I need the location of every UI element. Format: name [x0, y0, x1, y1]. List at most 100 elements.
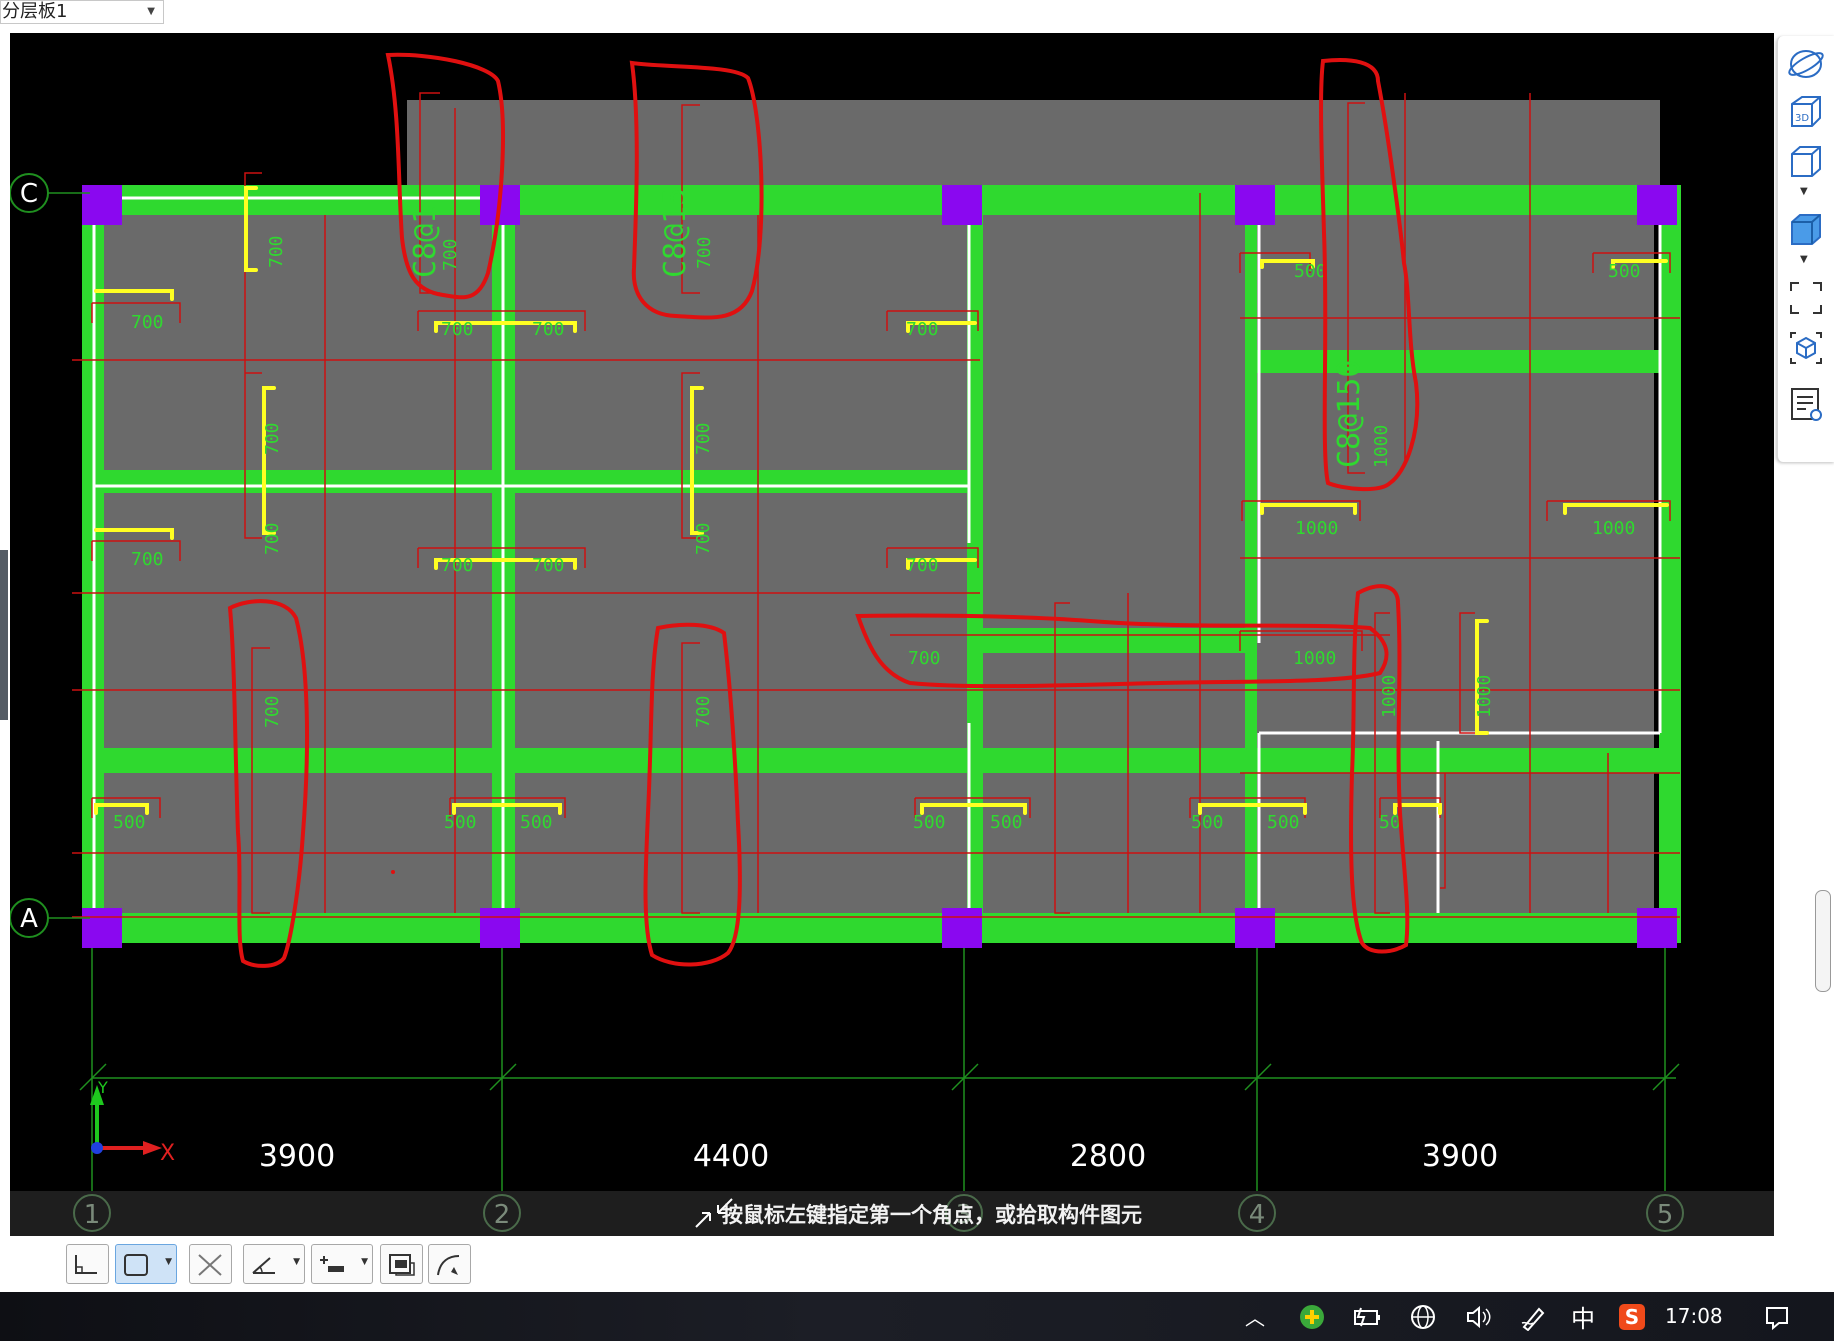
angle-snap-icon — [252, 1257, 275, 1274]
rebar-label: 700 — [693, 422, 714, 455]
rebar-label: 700 — [131, 549, 164, 570]
rebar-label: 1000 — [1474, 675, 1495, 718]
property-list-button[interactable] — [1786, 384, 1826, 424]
rebar-spec-label: C8@150 — [1332, 360, 1367, 468]
rebar-label: 500 — [1294, 261, 1327, 282]
ucs-icon: Y X — [90, 1078, 175, 1166]
clock[interactable]: 17:08 — [1665, 1304, 1723, 1328]
chevron-down-icon[interactable]: ▼ — [293, 1257, 300, 1267]
ucs-x-label: X — [160, 1141, 175, 1166]
rebar-label: 1000 — [1293, 648, 1336, 669]
rebar-label: 700 — [440, 238, 461, 271]
display-button[interactable] — [380, 1244, 423, 1284]
chevron-down-icon[interactable]: ▼ — [165, 1257, 172, 1267]
rebar-label: 700 — [266, 235, 287, 268]
rebar-spec-label: C8@15 — [658, 188, 693, 278]
orbit-button[interactable] — [1786, 44, 1826, 84]
plan-drawing: 700 700 700 700 700 700 700 700 700 500 … — [10, 52, 1681, 1191]
chevron-down-icon[interactable]: ▼ — [1800, 186, 1808, 197]
arc-button[interactable] — [428, 1244, 471, 1284]
rebar-label: 500 — [1191, 812, 1224, 833]
left-panel-handle[interactable] — [0, 550, 8, 720]
axis-label-c: C — [20, 179, 38, 209]
pen-icon[interactable] — [1516, 1292, 1550, 1341]
rebar-label: 700 — [262, 422, 283, 455]
chevron-down-icon[interactable]: ▼ — [361, 1257, 368, 1267]
upper-slab — [407, 100, 1660, 185]
markup-dot — [391, 870, 395, 874]
orthogonal-button[interactable] — [66, 1244, 109, 1284]
slab-panel — [515, 215, 967, 470]
top-bar: 分层板1 ▼ — [0, 0, 1834, 30]
insert-point-button[interactable]: ▼ — [311, 1244, 373, 1284]
display-icon — [389, 1254, 415, 1276]
rebar-label: 500 — [990, 812, 1023, 833]
rebar-label: 700 — [262, 522, 283, 555]
rebar-label: 700 — [908, 648, 941, 669]
command-prompt-bar: 1 2 3 4 5 按鼠标左键指定第一个角点，或拾取构件图元 — [10, 1191, 1774, 1236]
rebar-label: 700 — [693, 695, 714, 728]
component-cube-icon — [1790, 332, 1822, 364]
ucs-y-label: Y — [97, 1078, 108, 1097]
command-prompt-text: 按鼠标左键指定第一个角点，或拾取构件图元 — [722, 1203, 1142, 1227]
rebar-label: 700 — [906, 319, 939, 340]
ime-indicator[interactable]: 中 — [1566, 1292, 1600, 1341]
rebar-label: 700 — [441, 555, 474, 576]
rebar-label: 500 — [520, 812, 553, 833]
notification-icon[interactable] — [1760, 1292, 1794, 1341]
rebar-label: 1000 — [1592, 518, 1635, 539]
axis-label-a: A — [20, 904, 38, 934]
3d-view-button[interactable]: 3D — [1786, 92, 1826, 132]
slab-panel — [1257, 215, 1654, 350]
span-dimension: 3900 — [259, 1139, 335, 1174]
solid-box-icon — [1791, 214, 1821, 245]
rebar-label: 700 — [131, 312, 164, 333]
property-list-icon — [1791, 388, 1822, 421]
security-shield-icon[interactable] — [1295, 1292, 1329, 1341]
sogou-input-icon[interactable]: S — [1615, 1292, 1649, 1341]
rebar-spec-label: C8@1 — [408, 206, 443, 278]
insert-point-icon — [320, 1256, 344, 1272]
cross-select-icon — [198, 1254, 222, 1276]
taskbar: ︿ 中 S 17:08 — [0, 1292, 1834, 1341]
drawing-canvas[interactable]: 700 700 700 700 700 700 700 700 700 500 … — [10, 33, 1774, 1191]
rebar-label: 700 — [532, 555, 565, 576]
slab-panel — [1257, 773, 1654, 913]
component-cube-button[interactable] — [1786, 328, 1826, 368]
slab-panel — [983, 215, 1245, 628]
axis-bubbles: C A — [10, 173, 49, 938]
box-view-icon — [1791, 146, 1821, 177]
fit-view-button[interactable] — [1786, 278, 1826, 318]
chevron-up-icon[interactable]: ︿ — [1238, 1292, 1272, 1341]
rebar-label: 1000 — [1295, 518, 1338, 539]
solid-box-button[interactable] — [1786, 210, 1826, 250]
fit-view-icon — [1790, 282, 1822, 314]
rebar-label: 1000 — [1371, 425, 1392, 468]
span-dimensions: 3900 4400 2800 3900 — [259, 1139, 1498, 1174]
network-globe-icon[interactable] — [1406, 1292, 1440, 1341]
rebar-label: 500 — [444, 812, 477, 833]
rebar-label: 700 — [693, 522, 714, 555]
cross-select-button[interactable] — [189, 1244, 232, 1284]
rebar-label: 50 — [1379, 812, 1401, 833]
span-dimension: 3900 — [1422, 1139, 1498, 1174]
slab-panel — [983, 653, 1245, 748]
view-toolbar: 3D ▼ ▼ — [1777, 36, 1834, 462]
snap-toolbar: ▼ ▼ ▼ — [0, 1236, 1834, 1292]
box-view-button[interactable] — [1786, 142, 1826, 182]
chevron-down-icon[interactable]: ▼ — [1800, 254, 1808, 265]
layer-dropdown[interactable]: 分层板1 ▼ — [0, 0, 164, 24]
arc-icon — [437, 1255, 460, 1276]
angle-snap-button[interactable]: ▼ — [243, 1244, 305, 1284]
slab-panel — [983, 773, 1245, 913]
span-dimension: 4400 — [693, 1139, 769, 1174]
rebar-label: 1000 — [1379, 675, 1400, 718]
volume-icon[interactable] — [1461, 1292, 1495, 1341]
battery-icon[interactable] — [1350, 1292, 1384, 1341]
scroll-handle[interactable] — [1815, 890, 1831, 992]
orthogonal-icon — [75, 1255, 97, 1274]
svg-text:3D: 3D — [1795, 113, 1809, 124]
rebar-label: 700 — [262, 695, 283, 728]
rectangle-select-button[interactable]: ▼ — [115, 1244, 177, 1284]
slab-panel — [1257, 373, 1654, 748]
